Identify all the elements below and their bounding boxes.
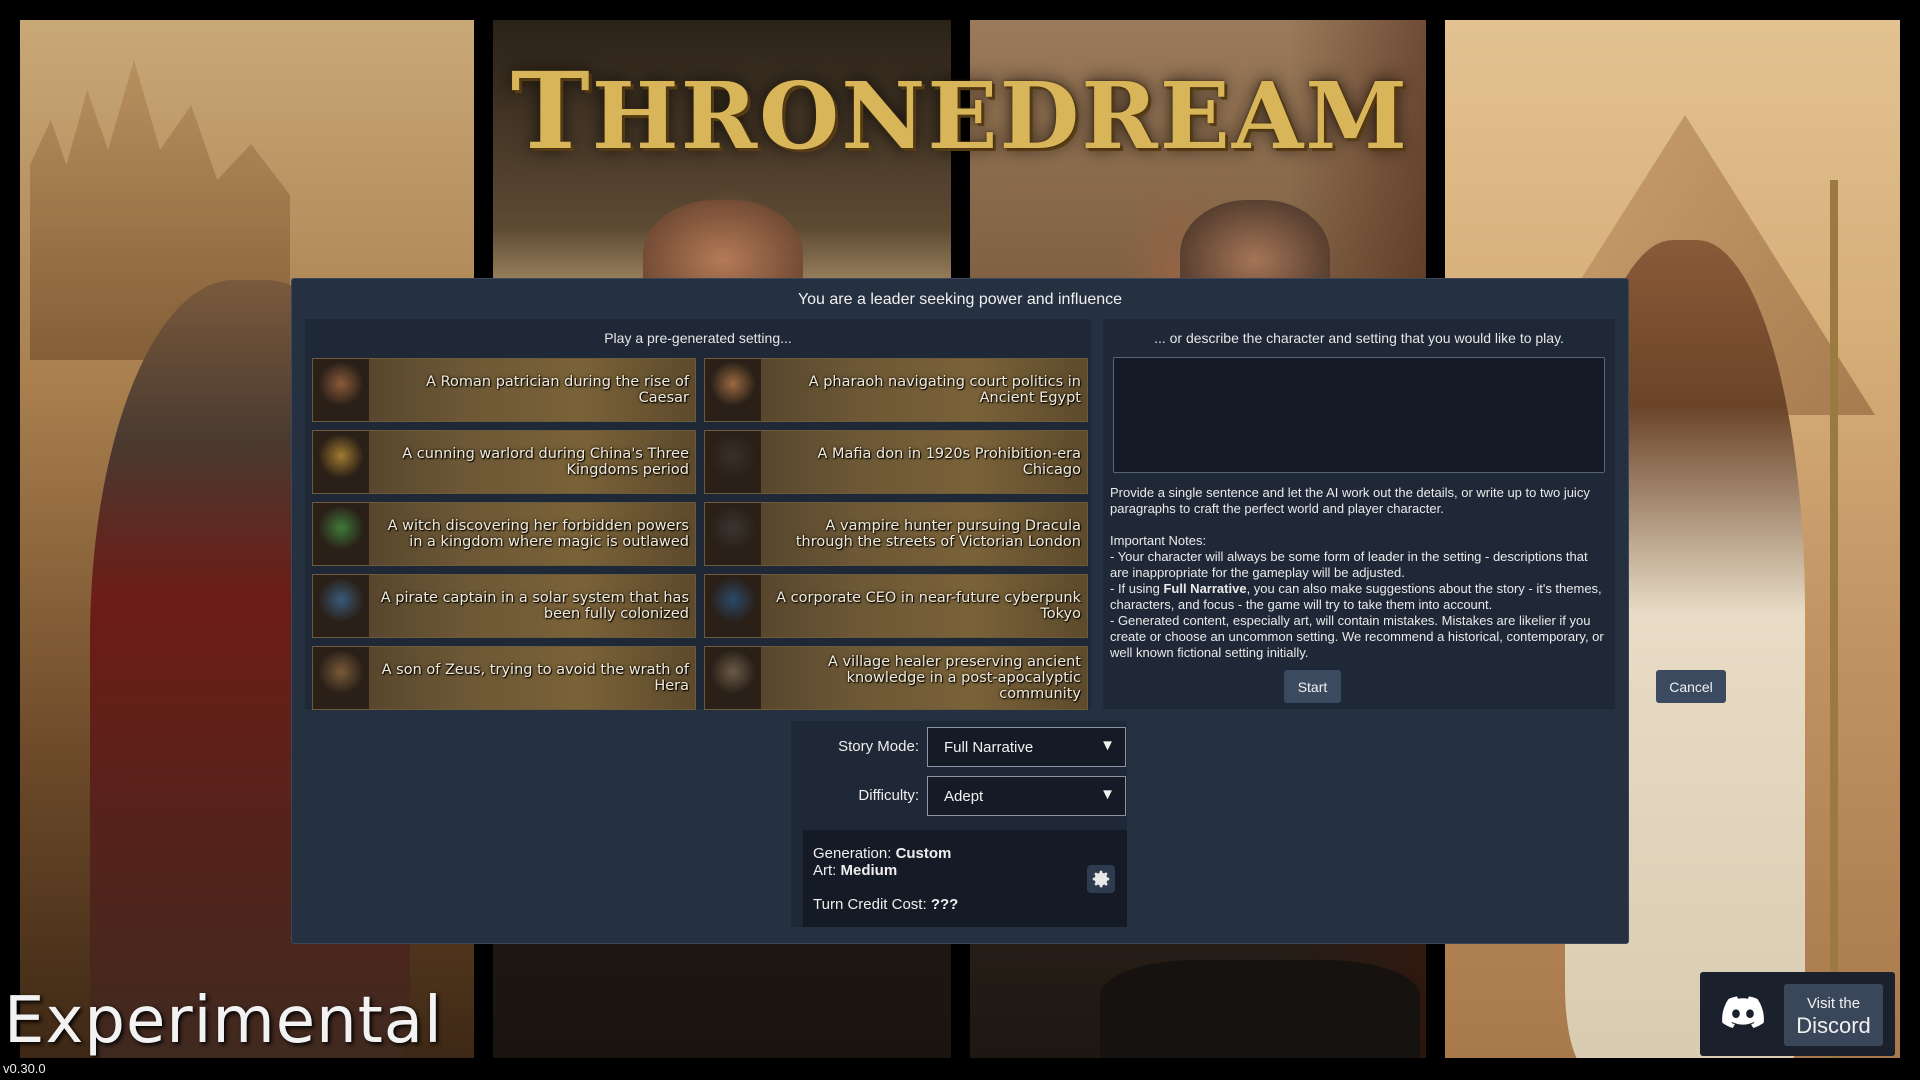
setting-card-mafia[interactable]: A Mafia don in 1920s Prohibition-era Chi…	[704, 430, 1088, 494]
custom-heading: ... or describe the character and settin…	[1154, 330, 1564, 346]
discord-icon	[1722, 996, 1764, 1028]
setting-thumbnail	[313, 359, 369, 421]
difficulty-select[interactable]: Adept ▼	[927, 776, 1126, 816]
setting-card-village-healer[interactable]: A village healer preserving ancient know…	[704, 646, 1088, 710]
dialog-heading: You are a leader seeking power and influ…	[797, 291, 1123, 308]
discord-big-label: Discord	[1796, 1013, 1871, 1038]
generation-settings-button[interactable]	[1087, 865, 1115, 893]
pregenerated-heading: Play a pre-generated setting...	[604, 330, 792, 346]
staff-shape	[1830, 180, 1838, 1058]
pregenerated-panel: Play a pre-generated setting... A Roman …	[305, 319, 1091, 710]
setting-label: A son of Zeus, trying to avoid the wrath…	[381, 662, 689, 694]
difficulty-value: Adept	[944, 787, 984, 805]
generation-line: Generation: Custom	[813, 845, 952, 862]
setting-label: A corporate CEO in near-future cyberpunk…	[776, 590, 1081, 622]
help-intro: Provide a single sentence and let the AI…	[1110, 485, 1590, 516]
setting-thumbnail	[705, 503, 761, 565]
story-mode-value: Full Narrative	[944, 738, 1034, 756]
discord-link[interactable]: Visit the Discord	[1700, 972, 1895, 1056]
art-line: Art: Medium	[813, 862, 898, 879]
gear-icon	[1092, 870, 1110, 888]
setting-card-vampire-hunter[interactable]: A vampire hunter pursuing Dracula throug…	[704, 502, 1088, 566]
setting-card-pirate[interactable]: A pirate captain in a solar system that …	[312, 574, 696, 638]
discord-small-label: Visit the	[1806, 995, 1861, 1012]
note-1: - Your character will always be some for…	[1110, 549, 1588, 580]
setting-card-pharaoh[interactable]: A pharaoh navigating court politics in A…	[704, 358, 1088, 422]
setting-thumbnail	[313, 503, 369, 565]
setting-label: A cunning warlord during China's Three K…	[402, 446, 689, 478]
setting-description-input[interactable]	[1113, 357, 1605, 473]
experimental-label: Experimental	[4, 984, 443, 1058]
cancel-button[interactable]: Cancel	[1656, 670, 1726, 703]
setting-label: A Mafia don in 1920s Prohibition-era Chi…	[817, 446, 1081, 478]
chevron-down-icon: ▼	[1100, 786, 1115, 803]
new-game-dialog: You are a leader seeking power and influ…	[291, 278, 1726, 944]
setting-card-son-of-zeus[interactable]: A son of Zeus, trying to avoid the wrath…	[312, 646, 696, 710]
story-mode-label: Story Mode:	[838, 738, 919, 755]
visit-discord-button[interactable]: Visit the Discord	[1784, 984, 1883, 1046]
setting-thumbnail	[705, 359, 761, 421]
chevron-down-icon: ▼	[1100, 737, 1115, 754]
setting-label: A pharaoh navigating court politics in A…	[808, 374, 1081, 406]
ceo-body	[1100, 960, 1420, 1058]
setting-card-ceo[interactable]: A corporate CEO in near-future cyberpunk…	[704, 574, 1088, 638]
setting-label: A witch discovering her forbidden powers…	[387, 518, 689, 550]
start-button[interactable]: Start	[1284, 670, 1341, 703]
difficulty-label: Difficulty:	[858, 787, 919, 804]
custom-setting-panel: ... or describe the character and settin…	[1103, 319, 1726, 709]
note-2: - If using Full Narrative, you can also …	[1110, 581, 1602, 612]
story-mode-select[interactable]: Full Narrative ▼	[927, 727, 1126, 767]
game-options-panel: Story Mode: Full Narrative ▼ Difficulty:…	[791, 721, 1127, 927]
setting-thumbnail	[705, 575, 761, 637]
setting-card-roman[interactable]: A Roman patrician during the rise of Cae…	[312, 358, 696, 422]
setting-thumbnail	[705, 431, 761, 493]
notes-heading: Important Notes:	[1110, 533, 1207, 548]
turn-cost-line: Turn Credit Cost: ???	[813, 896, 959, 913]
generation-settings-box: Generation: Custom Art: Medium Turn Cred…	[803, 830, 1127, 927]
setting-card-witch[interactable]: A witch discovering her forbidden powers…	[312, 502, 696, 566]
version-label: v0.30.0	[3, 1061, 46, 1076]
setting-thumbnail	[313, 647, 369, 709]
setting-label: A Roman patrician during the rise of Cae…	[426, 374, 689, 406]
help-text: Provide a single sentence and let the AI…	[1110, 485, 1610, 661]
note-3: - Generated content, especially art, wil…	[1110, 613, 1604, 660]
setting-label: A vampire hunter pursuing Dracula throug…	[795, 518, 1081, 550]
setting-thumbnail	[313, 431, 369, 493]
game-title-logo: THRONEDREAM	[510, 48, 1410, 173]
setting-thumbnail	[705, 647, 761, 709]
setting-label: A pirate captain in a solar system that …	[380, 590, 689, 622]
setting-thumbnail	[313, 575, 369, 637]
setting-label: A village healer preserving ancient know…	[827, 654, 1081, 702]
setting-card-warlord[interactable]: A cunning warlord during China's Three K…	[312, 430, 696, 494]
